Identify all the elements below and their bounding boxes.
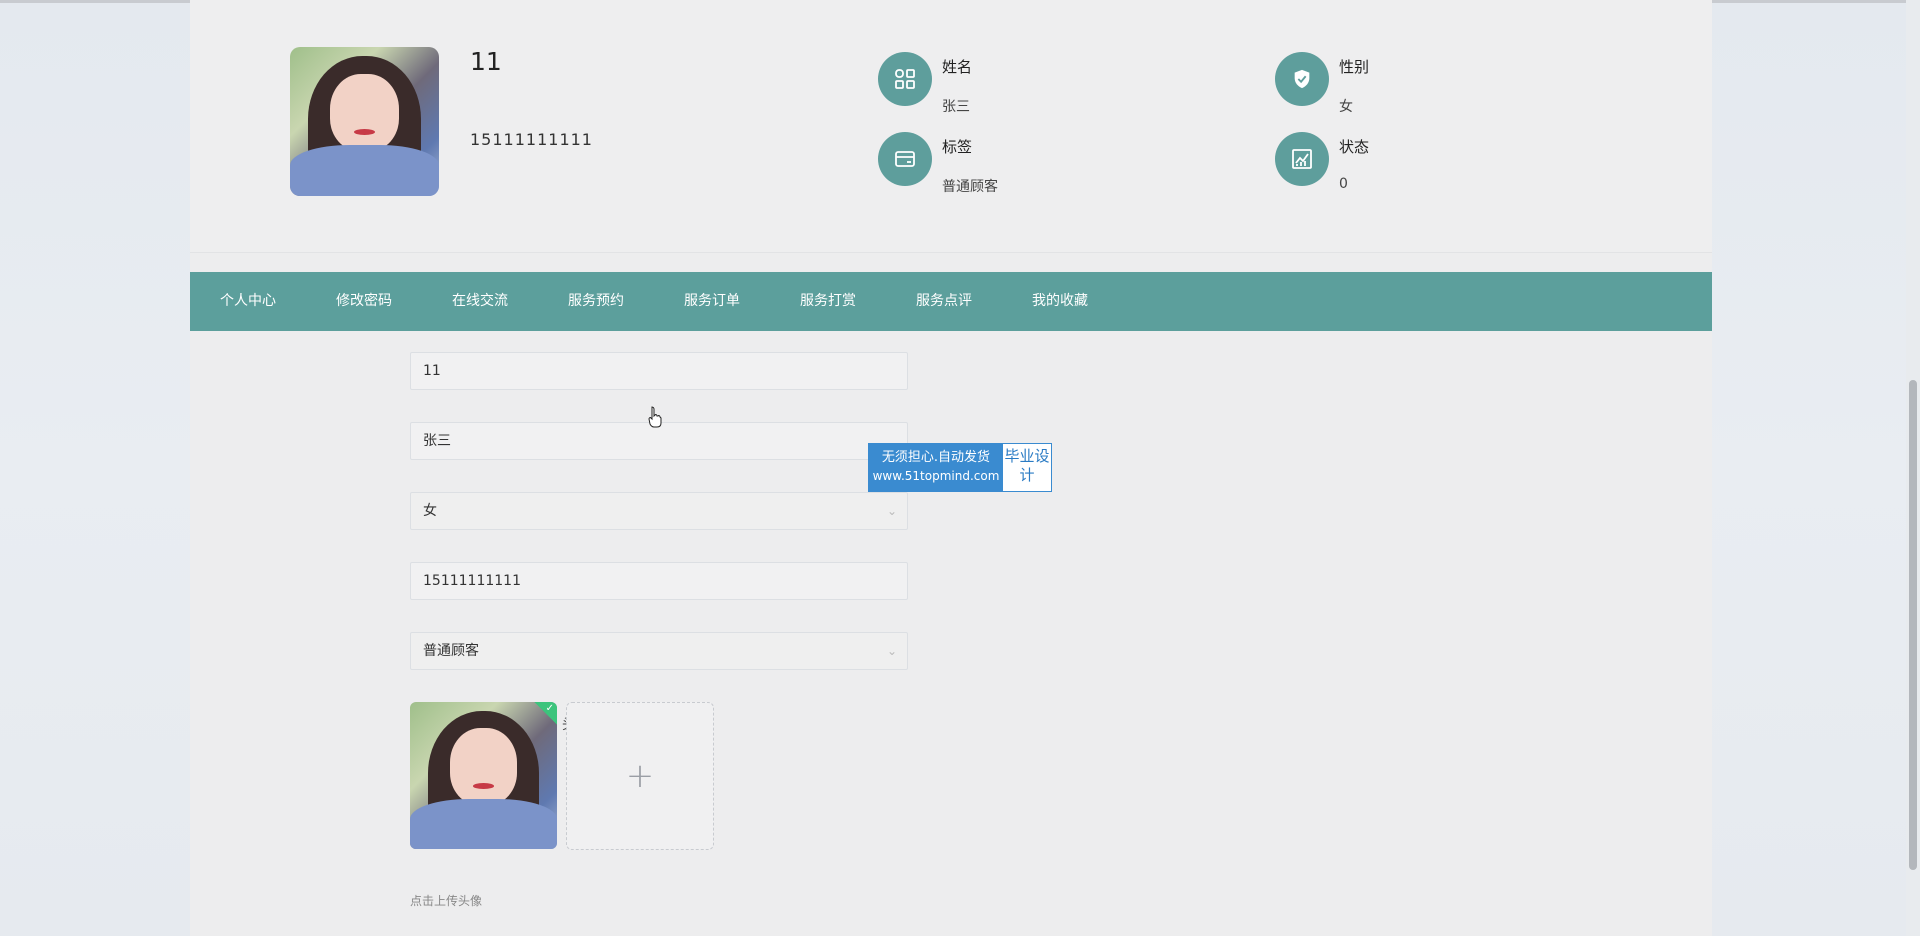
scrollbar[interactable] xyxy=(1906,0,1920,936)
nav-item-online-chat[interactable]: 在线交流 xyxy=(452,272,508,331)
nav-item-service-orders[interactable]: 服务订单 xyxy=(684,272,740,331)
check-icon: ✓ xyxy=(545,703,554,714)
nav-item-service-tips[interactable]: 服务打赏 xyxy=(800,272,856,331)
account-input[interactable]: 11 xyxy=(410,352,908,390)
promo-badge[interactable]: 无须担心.自动发货 www.51topmind.com 毕业设计 xyxy=(868,443,1052,492)
nav-item-personal-center[interactable]: 个人中心 xyxy=(220,272,276,331)
promo-url: www.51topmind.com xyxy=(872,469,1000,483)
info-label: 标签 xyxy=(942,138,973,156)
plus-icon: + xyxy=(625,756,655,796)
tag-select[interactable]: 普通顾客 ⌄ xyxy=(410,632,908,670)
phone-input[interactable]: 15111111111 xyxy=(410,562,908,600)
profile-name: 11 xyxy=(470,47,502,76)
nav-item-service-booking[interactable]: 服务预约 xyxy=(568,272,624,331)
chevron-down-icon: ⌄ xyxy=(886,504,897,518)
apps-icon xyxy=(878,52,932,106)
tag-value: 普通顾客 xyxy=(423,643,479,659)
upload-add-button[interactable]: + xyxy=(566,702,714,850)
promo-side: 毕业设计 xyxy=(1003,444,1051,491)
avatar xyxy=(290,47,439,196)
info-label: 状态 xyxy=(1339,138,1370,156)
chart-icon xyxy=(1275,132,1329,186)
profile-card: 11 15111111111 姓名 张三 性别 女 标签 普通顾客 状态 0 xyxy=(190,0,1712,253)
wallet-icon xyxy=(878,132,932,186)
info-value: 0 xyxy=(1339,176,1348,192)
profile-phone: 15111111111 xyxy=(470,130,593,149)
scrollbar-thumb[interactable] xyxy=(1909,380,1917,870)
shield-check-icon xyxy=(1275,52,1329,106)
info-value: 女 xyxy=(1339,99,1353,115)
nav-item-change-password[interactable]: 修改密码 xyxy=(336,272,392,331)
uploaded-avatar[interactable]: ✓ xyxy=(410,702,557,849)
hand-cursor-icon xyxy=(648,406,662,428)
gender-value: 女 xyxy=(423,503,437,519)
chevron-down-icon: ⌄ xyxy=(886,644,897,658)
nav-item-service-reviews[interactable]: 服务点评 xyxy=(916,272,972,331)
upload-tip: 点击上传头像 xyxy=(410,894,483,908)
gender-select[interactable]: 女 ⌄ xyxy=(410,492,908,530)
promo-line1: 无须担心.自动发货 xyxy=(881,450,991,465)
info-value: 张三 xyxy=(942,99,970,115)
info-label: 性别 xyxy=(1339,58,1370,76)
info-label: 姓名 xyxy=(942,58,973,76)
nav-item-favorites[interactable]: 我的收藏 xyxy=(1032,272,1088,331)
info-value: 普通顾客 xyxy=(942,179,998,195)
nav-bar: 个人中心 修改密码 在线交流 服务预约 服务订单 服务打赏 服务点评 我的收藏 xyxy=(190,272,1712,331)
